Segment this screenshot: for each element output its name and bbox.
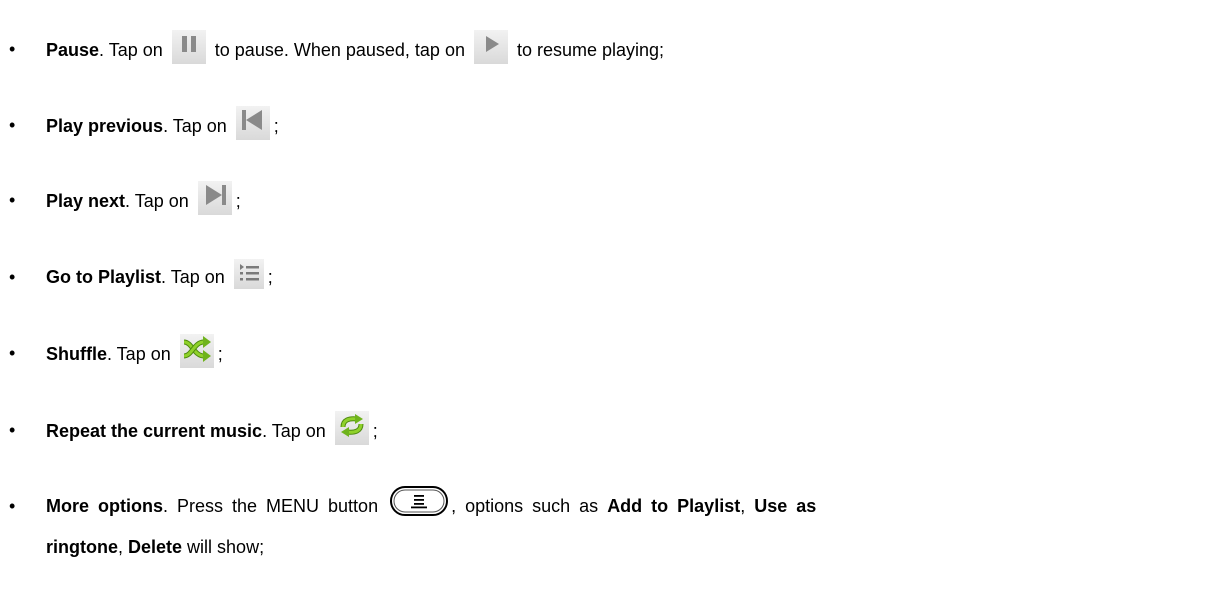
item-text: Pause. Tap on to pause. When paused, tap… <box>46 30 664 64</box>
item-text: Repeat the current music. Tap on ; <box>46 411 378 445</box>
item-title: More options <box>46 496 163 516</box>
menu-button-icon <box>389 484 449 518</box>
shuffle-icon <box>179 334 214 368</box>
item-title: Play previous <box>46 115 164 136</box>
playlist-icon <box>233 259 264 290</box>
item-text-line-1: More options. Press the MENU button , op… <box>46 486 816 518</box>
bullet: • <box>9 39 16 59</box>
item-title: Go to Playlist <box>46 267 162 287</box>
item-text: Go to Playlist. Tap on ; <box>46 259 273 290</box>
bullet: • <box>9 190 16 210</box>
previous-icon <box>235 106 270 140</box>
item-title: Repeat the current music <box>46 420 263 441</box>
bullet: • <box>9 115 16 135</box>
pause-icon <box>171 30 206 64</box>
repeat-icon <box>334 411 369 445</box>
item-text: Shuffle. Tap on ; <box>46 334 223 368</box>
item-title: Play next <box>46 190 126 211</box>
item-title: Pause <box>46 39 100 60</box>
next-icon <box>197 181 232 215</box>
item-title: Shuffle <box>46 343 107 364</box>
bullet: • <box>9 343 16 363</box>
item-text: Play next. Tap on ; <box>46 181 241 215</box>
item-text: Play previous. Tap on ; <box>46 106 279 140</box>
bullet: • <box>9 267 16 287</box>
item-text-line-2: ringtone, Delete will show; <box>46 537 265 557</box>
play-icon <box>473 30 508 64</box>
bullet: • <box>9 496 16 516</box>
bullet: • <box>9 420 16 440</box>
